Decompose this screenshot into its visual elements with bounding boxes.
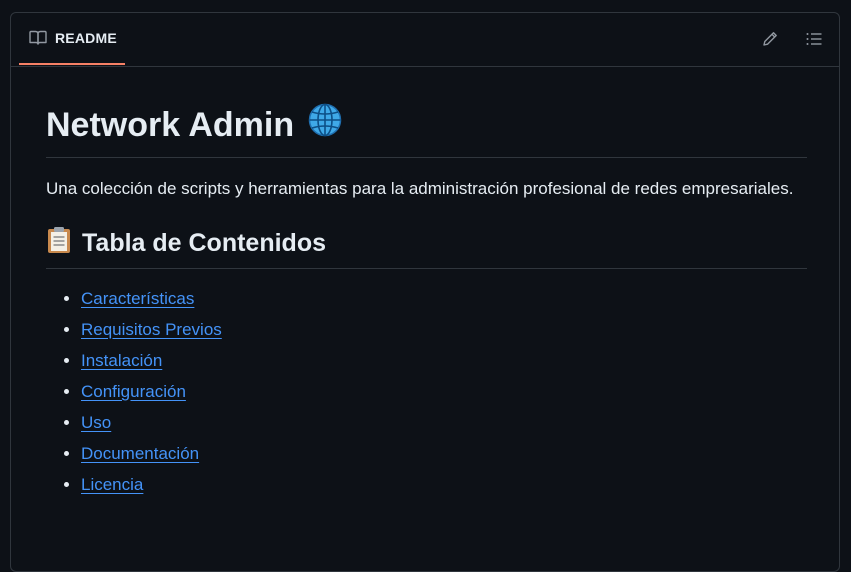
toc-link-documentacion[interactable]: Documentación <box>81 444 199 463</box>
readme-panel: README Network Admin Una colección de sc… <box>10 12 840 572</box>
readme-header: README <box>11 13 839 67</box>
readme-tab-label: README <box>55 30 117 46</box>
list-icon <box>806 33 822 45</box>
outline-button[interactable] <box>802 27 826 51</box>
toc-list-item: Características <box>81 287 807 310</box>
book-icon <box>29 30 47 45</box>
toc-link-uso[interactable]: Uso <box>81 413 111 432</box>
toc-heading-text: Tabla de Contenidos <box>82 228 326 257</box>
intro-paragraph: Una colección de scripts y herramientas … <box>46 179 794 198</box>
toc-list-item: Uso <box>81 411 807 434</box>
page-title: Network Admin <box>46 103 807 158</box>
page-title-text: Network Admin <box>46 106 295 144</box>
toc-list-item: Instalación <box>81 349 807 372</box>
toc-list-item: Documentación <box>81 442 807 465</box>
toc-list-item: Requisitos Previos <box>81 318 807 341</box>
toc-link-licencia[interactable]: Licencia <box>81 475 143 494</box>
pencil-icon <box>763 32 777 46</box>
toc-heading: Tabla de Contenidos <box>46 226 807 269</box>
clipboard-icon <box>46 226 72 261</box>
toc-list: Características Requisitos Previos Insta… <box>46 287 807 496</box>
toc-link-configuracion[interactable]: Configuración <box>81 382 186 401</box>
globe-icon <box>308 103 342 148</box>
toc-list-item: Licencia <box>81 473 807 496</box>
readme-tab[interactable]: README <box>19 13 125 65</box>
edit-button[interactable] <box>758 27 782 51</box>
toc-link-requisitos-previos[interactable]: Requisitos Previos <box>81 320 222 339</box>
toc-list-item: Configuración <box>81 380 807 403</box>
readme-content: Network Admin Una colección de scripts y… <box>46 103 807 504</box>
toc-link-caracteristicas[interactable]: Características <box>81 289 194 308</box>
toc-link-instalacion[interactable]: Instalación <box>81 351 162 370</box>
